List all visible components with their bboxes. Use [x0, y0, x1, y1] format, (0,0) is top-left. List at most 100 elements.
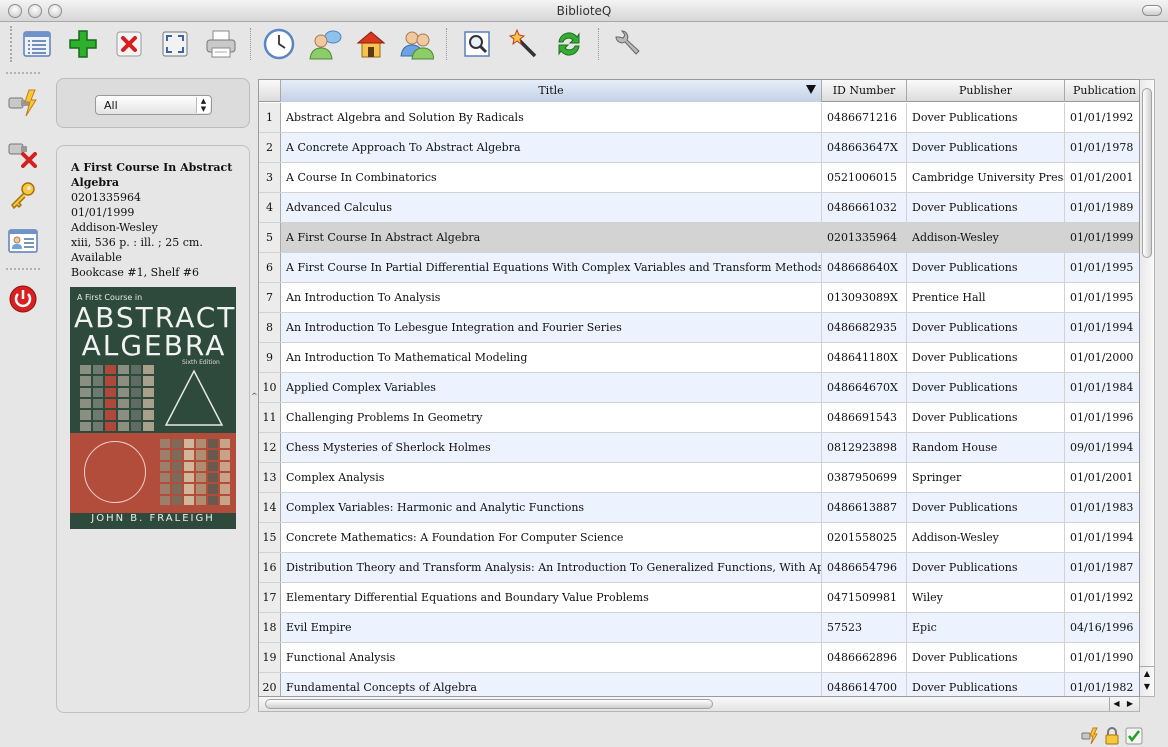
column-header-id-number[interactable]: ID Number [822, 80, 907, 102]
table-row[interactable]: 9 An Introduction To Mathematical Modelin… [259, 343, 1139, 373]
history-button[interactable] [262, 27, 296, 61]
publisher-cell[interactable]: Dover Publications [907, 253, 1065, 282]
publisher-cell[interactable]: Addison-Wesley [907, 523, 1065, 552]
magic-wand-button[interactable] [506, 27, 540, 61]
column-header-publication-date[interactable]: Publication D [1065, 80, 1139, 102]
row-number-cell[interactable]: 15 [259, 523, 281, 552]
vertical-scrollbar[interactable]: ▲ ▼ [1140, 79, 1155, 697]
row-number-cell[interactable]: 14 [259, 493, 281, 522]
id-number-cell[interactable]: 0471509981 [822, 583, 907, 612]
row-number-cell[interactable]: 5 [259, 223, 281, 252]
publication-date-cell[interactable]: 01/01/1992 [1065, 583, 1139, 612]
id-number-cell[interactable]: 0486661032 [822, 193, 907, 222]
publication-date-cell[interactable]: 01/01/1983 [1065, 493, 1139, 522]
table-row[interactable]: 11 Challenging Problems In Geometry 048669… [259, 403, 1139, 433]
id-number-cell[interactable]: 0201335964 [822, 223, 907, 252]
connection-status[interactable] [1080, 726, 1100, 746]
publication-date-cell[interactable]: 04/16/1996 [1065, 613, 1139, 642]
title-cell[interactable]: A First Course In Partial Differential E… [281, 253, 822, 282]
table-row[interactable]: 19 Functional Analysis 0486662896 Dover Pub… [259, 643, 1139, 673]
disconnect-button[interactable] [6, 136, 40, 170]
title-cell[interactable]: Challenging Problems In Geometry [281, 403, 822, 432]
quit-button[interactable] [6, 282, 40, 316]
members-button[interactable] [308, 27, 342, 61]
publisher-cell[interactable]: Dover Publications [907, 103, 1065, 132]
publisher-cell[interactable]: Dover Publications [907, 643, 1065, 672]
publisher-cell[interactable]: Prentice Hall [907, 283, 1065, 312]
id-number-cell[interactable]: 0812923898 [822, 433, 907, 462]
row-number-cell[interactable]: 20 [259, 673, 281, 696]
publisher-cell[interactable]: Wiley [907, 583, 1065, 612]
table-row[interactable]: 16 Distribution Theory and Transform Anal… [259, 553, 1139, 583]
users-button[interactable] [400, 27, 434, 61]
title-cell[interactable]: Functional Analysis [281, 643, 822, 672]
row-number-cell[interactable]: 9 [259, 343, 281, 372]
toolbar-grip[interactable] [10, 26, 12, 62]
id-number-cell[interactable]: 048668640X [822, 253, 907, 282]
publisher-cell[interactable]: Dover Publications [907, 373, 1065, 402]
table-row[interactable]: 3A Course In Combinatorics 0521006015 Camb… [259, 163, 1139, 193]
profile-button[interactable] [6, 224, 40, 258]
id-number-cell[interactable]: 0486682935 [822, 313, 907, 342]
publication-date-cell[interactable]: 01/01/1992 [1065, 103, 1139, 132]
fullscreen-button[interactable] [158, 27, 192, 61]
search-button[interactable] [460, 27, 494, 61]
title-cell[interactable]: Evil Empire [281, 613, 822, 642]
ok-status[interactable] [1124, 726, 1144, 746]
publisher-cell[interactable]: Dover Publications [907, 133, 1065, 162]
row-number-cell[interactable]: 10 [259, 373, 281, 402]
delete-button[interactable] [112, 27, 146, 61]
id-number-cell[interactable]: 0486614700 [822, 673, 907, 696]
print-button[interactable] [204, 27, 238, 61]
row-number-cell[interactable]: 2 [259, 133, 281, 162]
table-row[interactable]: 7 An Introduction To Analysis 013093089X Pr… [259, 283, 1139, 313]
publication-date-cell[interactable]: 01/01/2001 [1065, 463, 1139, 492]
title-cell[interactable]: Distribution Theory and Transform Analys… [281, 553, 822, 582]
id-number-cell[interactable]: 0486671216 [822, 103, 907, 132]
list-view-button[interactable] [20, 27, 54, 61]
table-row[interactable]: 6A First Course In Partial Differential … [259, 253, 1139, 283]
publication-date-cell[interactable]: 01/01/2000 [1065, 343, 1139, 372]
row-number-cell[interactable]: 19 [259, 643, 281, 672]
title-cell[interactable]: Advanced Calculus [281, 193, 822, 222]
id-number-cell[interactable]: 048663647X [822, 133, 907, 162]
column-header-title[interactable]: Title [281, 80, 822, 102]
id-number-cell[interactable]: 0486654796 [822, 553, 907, 582]
lock-status[interactable] [1102, 726, 1122, 746]
splitter-handle[interactable]: ^ [251, 392, 258, 401]
row-number-cell[interactable]: 7 [259, 283, 281, 312]
scroll-up-arrow[interactable]: ▲ [1140, 666, 1154, 680]
publisher-cell[interactable]: Epic [907, 613, 1065, 642]
publication-date-cell[interactable]: 01/01/1984 [1065, 373, 1139, 402]
horizontal-scroll-thumb[interactable] [265, 699, 713, 709]
table-row[interactable]: 14 Complex Variables: Harmonic and Analyt… [259, 493, 1139, 523]
publication-date-cell[interactable]: 01/01/1982 [1065, 673, 1139, 696]
publication-date-cell[interactable]: 01/01/1995 [1065, 283, 1139, 312]
row-number-cell[interactable]: 4 [259, 193, 281, 222]
id-number-cell[interactable]: 0521006015 [822, 163, 907, 192]
column-header-publisher[interactable]: Publisher [907, 80, 1065, 102]
row-number-header[interactable] [259, 80, 281, 102]
id-number-cell[interactable]: 0486613887 [822, 493, 907, 522]
publisher-cell[interactable]: Springer [907, 463, 1065, 492]
publisher-cell[interactable]: Dover Publications [907, 313, 1065, 342]
table-row[interactable]: 18 Evil Empire 57523 Epic 04/16/1996 [259, 613, 1139, 643]
publication-date-cell[interactable]: 01/01/1994 [1065, 313, 1139, 342]
table-row[interactable]: 15 Concrete Mathematics: A Foundation For… [259, 523, 1139, 553]
id-number-cell[interactable]: 0486662896 [822, 643, 907, 672]
publisher-cell[interactable]: Dover Publications [907, 673, 1065, 696]
publication-date-cell[interactable]: 01/01/1995 [1065, 253, 1139, 282]
table-row[interactable]: 8 An Introduction To Lebesgue Integration… [259, 313, 1139, 343]
publisher-cell[interactable]: Dover Publications [907, 493, 1065, 522]
title-cell[interactable]: An Introduction To Lebesgue Integration … [281, 313, 822, 342]
id-number-cell[interactable]: 0486691543 [822, 403, 907, 432]
table-row[interactable]: 1 Abstract Algebra and Solution By Radica… [259, 103, 1139, 133]
publication-date-cell[interactable]: 01/01/1978 [1065, 133, 1139, 162]
password-button[interactable] [6, 178, 40, 212]
title-cell[interactable]: Complex Analysis [281, 463, 822, 492]
table-row[interactable]: 2A Concrete Approach To Abstract Algebra… [259, 133, 1139, 163]
table-row[interactable]: 13 Complex Analysis 0387950699 Springer 01/0… [259, 463, 1139, 493]
row-number-cell[interactable]: 18 [259, 613, 281, 642]
publisher-cell[interactable]: Random House [907, 433, 1065, 462]
publisher-cell[interactable]: Dover Publications [907, 553, 1065, 582]
